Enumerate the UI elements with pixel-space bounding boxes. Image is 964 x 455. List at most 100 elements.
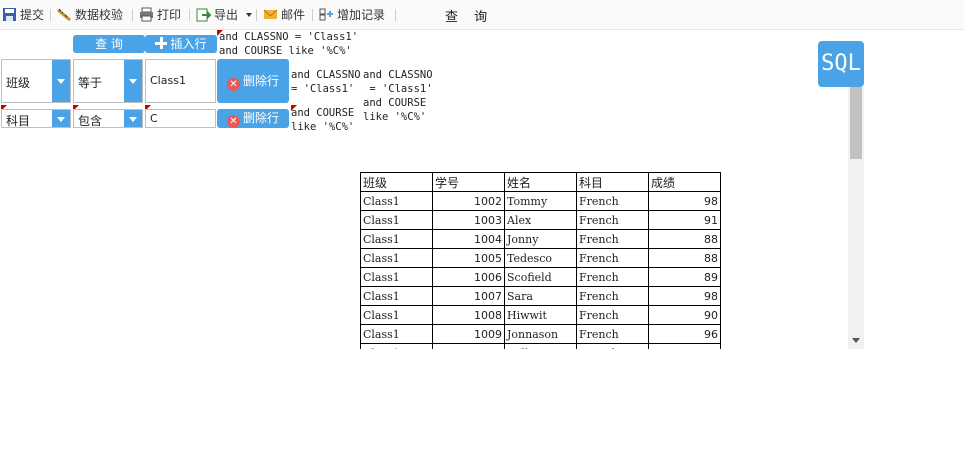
- printer-icon: [140, 7, 153, 22]
- table-row: Class1 1008 Hiwwit French 90: [360, 305, 721, 325]
- column-header: 成绩: [648, 172, 721, 192]
- operator-select-2[interactable]: 包含: [73, 109, 143, 128]
- table-cell[interactable]: 1003: [432, 210, 505, 230]
- table-cell[interactable]: Class1: [360, 248, 433, 268]
- table-cell[interactable]: 1006: [432, 267, 505, 287]
- add-record-button[interactable]: 增加记录: [319, 6, 385, 24]
- table-cell[interactable]: 91: [648, 210, 721, 230]
- operator-select-1[interactable]: 等于: [73, 59, 143, 103]
- print-label: 打印: [157, 8, 182, 22]
- value-input-1[interactable]: Class1: [145, 59, 216, 103]
- export-button[interactable]: 导出: [196, 6, 252, 24]
- table-cell[interactable]: 96: [648, 324, 721, 344]
- delete-row-label: 删除行: [242, 111, 279, 125]
- delete-row-button-1[interactable]: ✕ 删除行: [217, 59, 289, 103]
- mail-button[interactable]: 邮件: [263, 6, 305, 24]
- table-cell[interactable]: French: [576, 343, 649, 349]
- export-icon: [196, 8, 211, 22]
- toolbar-divider: [256, 9, 257, 21]
- table-cell[interactable]: French: [576, 305, 649, 325]
- table-cell[interactable]: Class1: [360, 267, 433, 287]
- table-cell[interactable]: French: [576, 191, 649, 211]
- table-cell[interactable]: French: [576, 229, 649, 249]
- table-cell[interactable]: Class1: [360, 286, 433, 306]
- field-select-2[interactable]: 科目: [1, 109, 71, 128]
- sql-row-text-2: and COURSE like '%C%': [291, 107, 355, 133]
- query-button[interactable]: 查 询: [73, 35, 145, 53]
- table-cell[interactable]: Hiwwit: [504, 305, 577, 325]
- chevron-down-icon[interactable]: [124, 110, 142, 127]
- chevron-down-icon: [245, 13, 252, 17]
- table-cell[interactable]: French: [576, 267, 649, 287]
- table-cell[interactable]: Tedesco: [504, 248, 577, 268]
- table-cell[interactable]: 1002: [432, 191, 505, 211]
- close-icon: ✕: [226, 115, 240, 128]
- table-cell[interactable]: Scofield: [504, 267, 577, 287]
- table-cell[interactable]: French: [576, 210, 649, 230]
- chevron-down-icon[interactable]: [52, 60, 70, 102]
- table-cell[interactable]: Class1: [360, 343, 433, 349]
- column-header: 学号: [432, 172, 505, 192]
- chevron-down-icon[interactable]: [124, 60, 142, 102]
- delete-row-button-2[interactable]: ✕ 删除行: [217, 109, 289, 128]
- table-cell[interactable]: 1005: [432, 248, 505, 268]
- toolbar-divider: [132, 9, 133, 21]
- table-cell[interactable]: 1008: [432, 305, 505, 325]
- sql-button[interactable]: SQL: [818, 41, 864, 87]
- insert-row-button[interactable]: 插入行: [145, 35, 217, 53]
- table-row: Class1 1007 Sara French 98: [360, 286, 721, 306]
- chevron-down-icon[interactable]: [52, 110, 70, 127]
- table-cell[interactable]: 98: [648, 191, 721, 211]
- table-cell[interactable]: 88: [648, 229, 721, 249]
- field-value-1: 班级: [6, 76, 31, 90]
- table-cell[interactable]: 89: [648, 267, 721, 287]
- table-cell[interactable]: Class1: [360, 324, 433, 344]
- table-cell[interactable]: Class1: [360, 191, 433, 211]
- table-cell[interactable]: French: [576, 248, 649, 268]
- table-row: Class1 1004 Jonny French 88: [360, 229, 721, 249]
- scrollbar-thumb[interactable]: [850, 87, 862, 159]
- sql-summary-text: and CLASSNO = 'Class1' and COURSE like '…: [219, 31, 359, 57]
- save-icon: [3, 8, 16, 21]
- table-cell[interactable]: Class1: [360, 305, 433, 325]
- table-cell[interactable]: French: [576, 286, 649, 306]
- table-cell[interactable]: 88: [648, 248, 721, 268]
- table-cell[interactable]: 1009: [432, 324, 505, 344]
- table-cell[interactable]: 1004: [432, 229, 505, 249]
- validate-button[interactable]: 数据校验: [57, 6, 123, 24]
- sql-row-text-1: and CLASSNO = 'Class1': [291, 69, 361, 95]
- toolbar-divider: [189, 9, 190, 21]
- table-cell[interactable]: 90: [648, 305, 721, 325]
- table-cell[interactable]: Jonnason: [504, 324, 577, 344]
- sql-accumulated-text: and CLASSNO = 'Class1' and COURSE like '…: [363, 69, 433, 123]
- value-text-2: C: [150, 112, 158, 125]
- scroll-down-icon[interactable]: [852, 338, 860, 343]
- ruler-icon: [57, 8, 71, 22]
- table-cell[interactable]: Kelly: [504, 343, 577, 349]
- column-header: 班级: [360, 172, 433, 192]
- field-select-1[interactable]: 班级: [1, 59, 71, 103]
- column-header: 姓名: [504, 172, 577, 192]
- table-cell[interactable]: 1007: [432, 286, 505, 306]
- add-record-label: 增加记录: [337, 8, 386, 22]
- table-cell[interactable]: French: [576, 324, 649, 344]
- submit-label: 提交: [20, 8, 45, 22]
- table-cell[interactable]: Tommy: [504, 191, 577, 211]
- table-cell[interactable]: Class1: [360, 229, 433, 249]
- table-cell[interactable]: Alex: [504, 210, 577, 230]
- value-input-2[interactable]: C: [145, 109, 216, 128]
- mail-icon: [263, 9, 278, 19]
- delete-row-label: 删除行: [242, 74, 279, 88]
- table-cell[interactable]: Class1: [360, 210, 433, 230]
- table-cell[interactable]: Jonny: [504, 229, 577, 249]
- operator-value-1: 等于: [78, 76, 103, 90]
- table-cell[interactable]: 97: [648, 343, 721, 349]
- table-row: Class1 1006 Scofield French 89: [360, 267, 721, 287]
- table-cell[interactable]: 98: [648, 286, 721, 306]
- table-row: Class1 1003 Alex French 91: [360, 210, 721, 230]
- table-cell[interactable]: Sara: [504, 286, 577, 306]
- table-cell[interactable]: 1010: [432, 343, 505, 349]
- table-row: Class1 1002 Tommy French 98: [360, 191, 721, 211]
- submit-button[interactable]: 提交: [2, 6, 44, 24]
- print-button[interactable]: 打印: [139, 6, 181, 24]
